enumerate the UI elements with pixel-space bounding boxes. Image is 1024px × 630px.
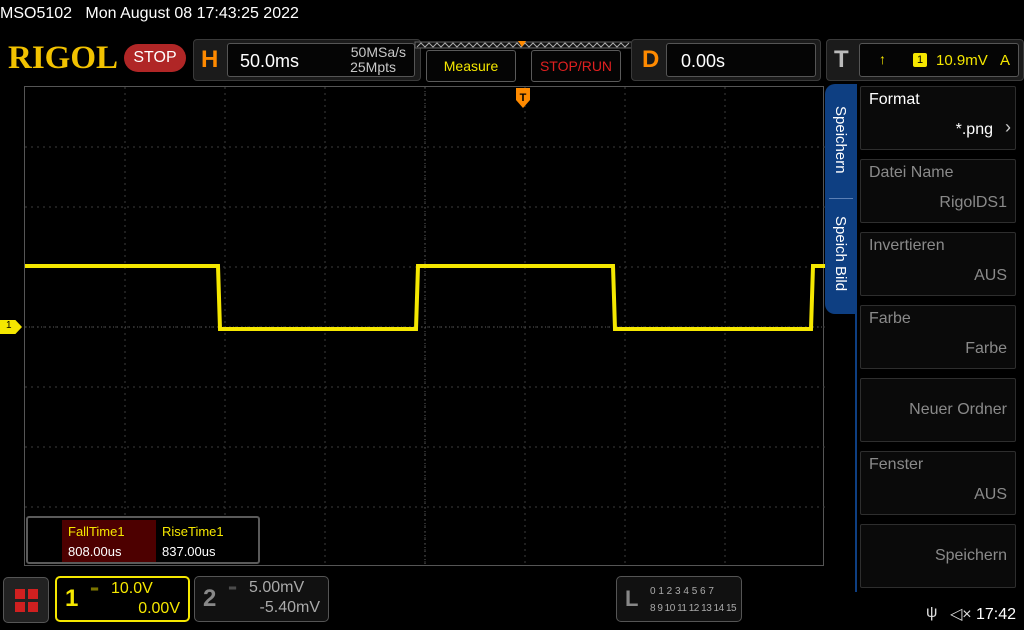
delay-value: 0.00s: [681, 51, 726, 71]
trigger-level: 10.9mV: [936, 52, 988, 69]
delay-panel[interactable]: D 0.00s: [631, 39, 821, 81]
menu-fenster[interactable]: Fenster AUS: [860, 451, 1016, 515]
logic-analyzer-panel[interactable]: L 0 1 2 3 4 5 6 7 8 9 10 11 12 13 14 15: [616, 576, 742, 622]
menu-farbe[interactable]: Farbe Farbe: [860, 305, 1016, 369]
speaker-muted-icon[interactable]: ◁×: [950, 604, 972, 624]
dc-coupling-icon: ═: [91, 584, 99, 595]
menu-neuer-ordner-value: Neuer Ordner: [909, 401, 1007, 418]
rise-time-value: 837.00us: [162, 544, 216, 559]
main-menu-button[interactable]: [3, 577, 49, 623]
menu-format-value: *.png: [955, 121, 993, 138]
stop-run-button[interactable]: STOP/RUN: [531, 50, 621, 82]
trigger-source-badge: 1: [913, 53, 927, 67]
menu-datei-name[interactable]: Datei Name RigolDS1: [860, 159, 1016, 223]
chevron-right-icon: ›: [1005, 117, 1011, 137]
measurement-rise-cell: RiseTime1 837.00us: [156, 520, 256, 562]
menu-fenster-label: Fenster: [869, 456, 924, 473]
logic-channels-row2: 8 9 10 11 12 13 14 15: [650, 603, 737, 614]
menu-datei-name-label: Datei Name: [869, 164, 954, 181]
delay-values: 0.00s: [666, 43, 816, 77]
tab-speichern[interactable]: Speichern: [832, 106, 849, 174]
trigger-values: ↑ 1 10.9mV A: [859, 43, 1019, 77]
measurement-fall-label-cell: FallTime1 808.00us: [62, 520, 156, 562]
fall-time-label: FallTime1: [68, 524, 125, 539]
channel1-offset: 0.00V: [138, 600, 180, 617]
menu-fenster-value: AUS: [974, 486, 1007, 503]
sample-rate: 50MSa/s: [350, 44, 406, 60]
rigol-logo: RIGOL: [8, 40, 119, 76]
channel2-panel[interactable]: 2 ═ 5.00mV -5.40mV: [194, 576, 329, 622]
trigger-marker-label: T: [520, 92, 527, 104]
usb-icon: ψ: [926, 604, 938, 621]
tab-speich-bild[interactable]: Speich Bild: [832, 216, 849, 291]
waveform-display[interactable]: [24, 86, 825, 567]
side-tab-divider: [829, 198, 853, 199]
fall-time-value: 808.00us: [68, 544, 122, 559]
channel2-scale: 5.00mV: [249, 579, 305, 596]
channel2-number: 2: [203, 585, 217, 612]
menu-speichern-value: Speichern: [934, 547, 1007, 564]
channel1-marker-label: 1: [6, 320, 12, 331]
channel2-offset: -5.40mV: [259, 599, 320, 616]
model-name: MSO5102: [0, 5, 73, 22]
trigger-position-marker[interactable]: T: [516, 88, 530, 110]
menu-farbe-label: Farbe: [869, 310, 911, 327]
menu-invertieren-label: Invertieren: [869, 237, 945, 254]
datetime: Mon August 08 17:43:25 2022: [85, 5, 299, 22]
delay-letter: D: [642, 46, 660, 73]
menu-invertieren[interactable]: Invertieren AUS: [860, 232, 1016, 296]
menu-format[interactable]: Format *.png ›: [860, 86, 1016, 150]
run-state-badge[interactable]: STOP: [124, 44, 186, 72]
menu-speichern[interactable]: Speichern: [860, 524, 1016, 588]
dc-coupling-icon: ═: [229, 583, 237, 594]
channel1-trace: [25, 264, 825, 331]
horizontal-panel[interactable]: H 50.0ms 50MSa/s 25Mpts: [193, 39, 421, 81]
timebase-value: 50.0ms: [240, 51, 300, 71]
menu-neuer-ordner[interactable]: Neuer Ordner: [860, 378, 1016, 442]
channel1-ground-marker[interactable]: 1: [0, 320, 22, 334]
trigger-panel[interactable]: T ↑ 1 10.9mV A: [826, 39, 1024, 81]
horizontal-letter: H: [201, 46, 219, 73]
rise-time-label: RiseTime1: [162, 524, 224, 539]
memory-position-bar[interactable]: [413, 38, 635, 49]
logic-channels-row1: 0 1 2 3 4 5 6 7: [650, 586, 714, 597]
side-tabs: Speichern Speich Bild: [825, 84, 857, 314]
grid-menu-icon: [15, 589, 39, 613]
logic-analyzer-letter: L: [625, 586, 639, 611]
channel1-panel[interactable]: 1 ═ 10.0V 0.00V: [55, 576, 190, 622]
trigger-letter: T: [834, 46, 849, 73]
trigger-mode: A: [1000, 52, 1011, 69]
title-bar: MSO5102 Mon August 08 17:43:25 2022: [0, 5, 299, 23]
menu-farbe-value: Farbe: [965, 340, 1007, 357]
menu-format-label: Format: [869, 91, 920, 108]
menu-invertieren-value: AUS: [974, 267, 1007, 284]
measurement-panel[interactable]: FallTime1 808.00us RiseTime1 837.00us: [26, 516, 260, 564]
horizontal-values: 50.0ms 50MSa/s 25Mpts: [227, 43, 415, 77]
channel1-scale: 10.0V: [111, 580, 153, 597]
menu-datei-name-value: RigolDS1: [939, 194, 1007, 211]
rising-edge-icon: ↑: [879, 51, 886, 67]
memory-depth: 25Mpts: [350, 59, 396, 75]
measure-button[interactable]: Measure: [426, 50, 516, 82]
channel1-number: 1: [65, 585, 79, 612]
clock-time: 17:42: [976, 606, 1017, 623]
